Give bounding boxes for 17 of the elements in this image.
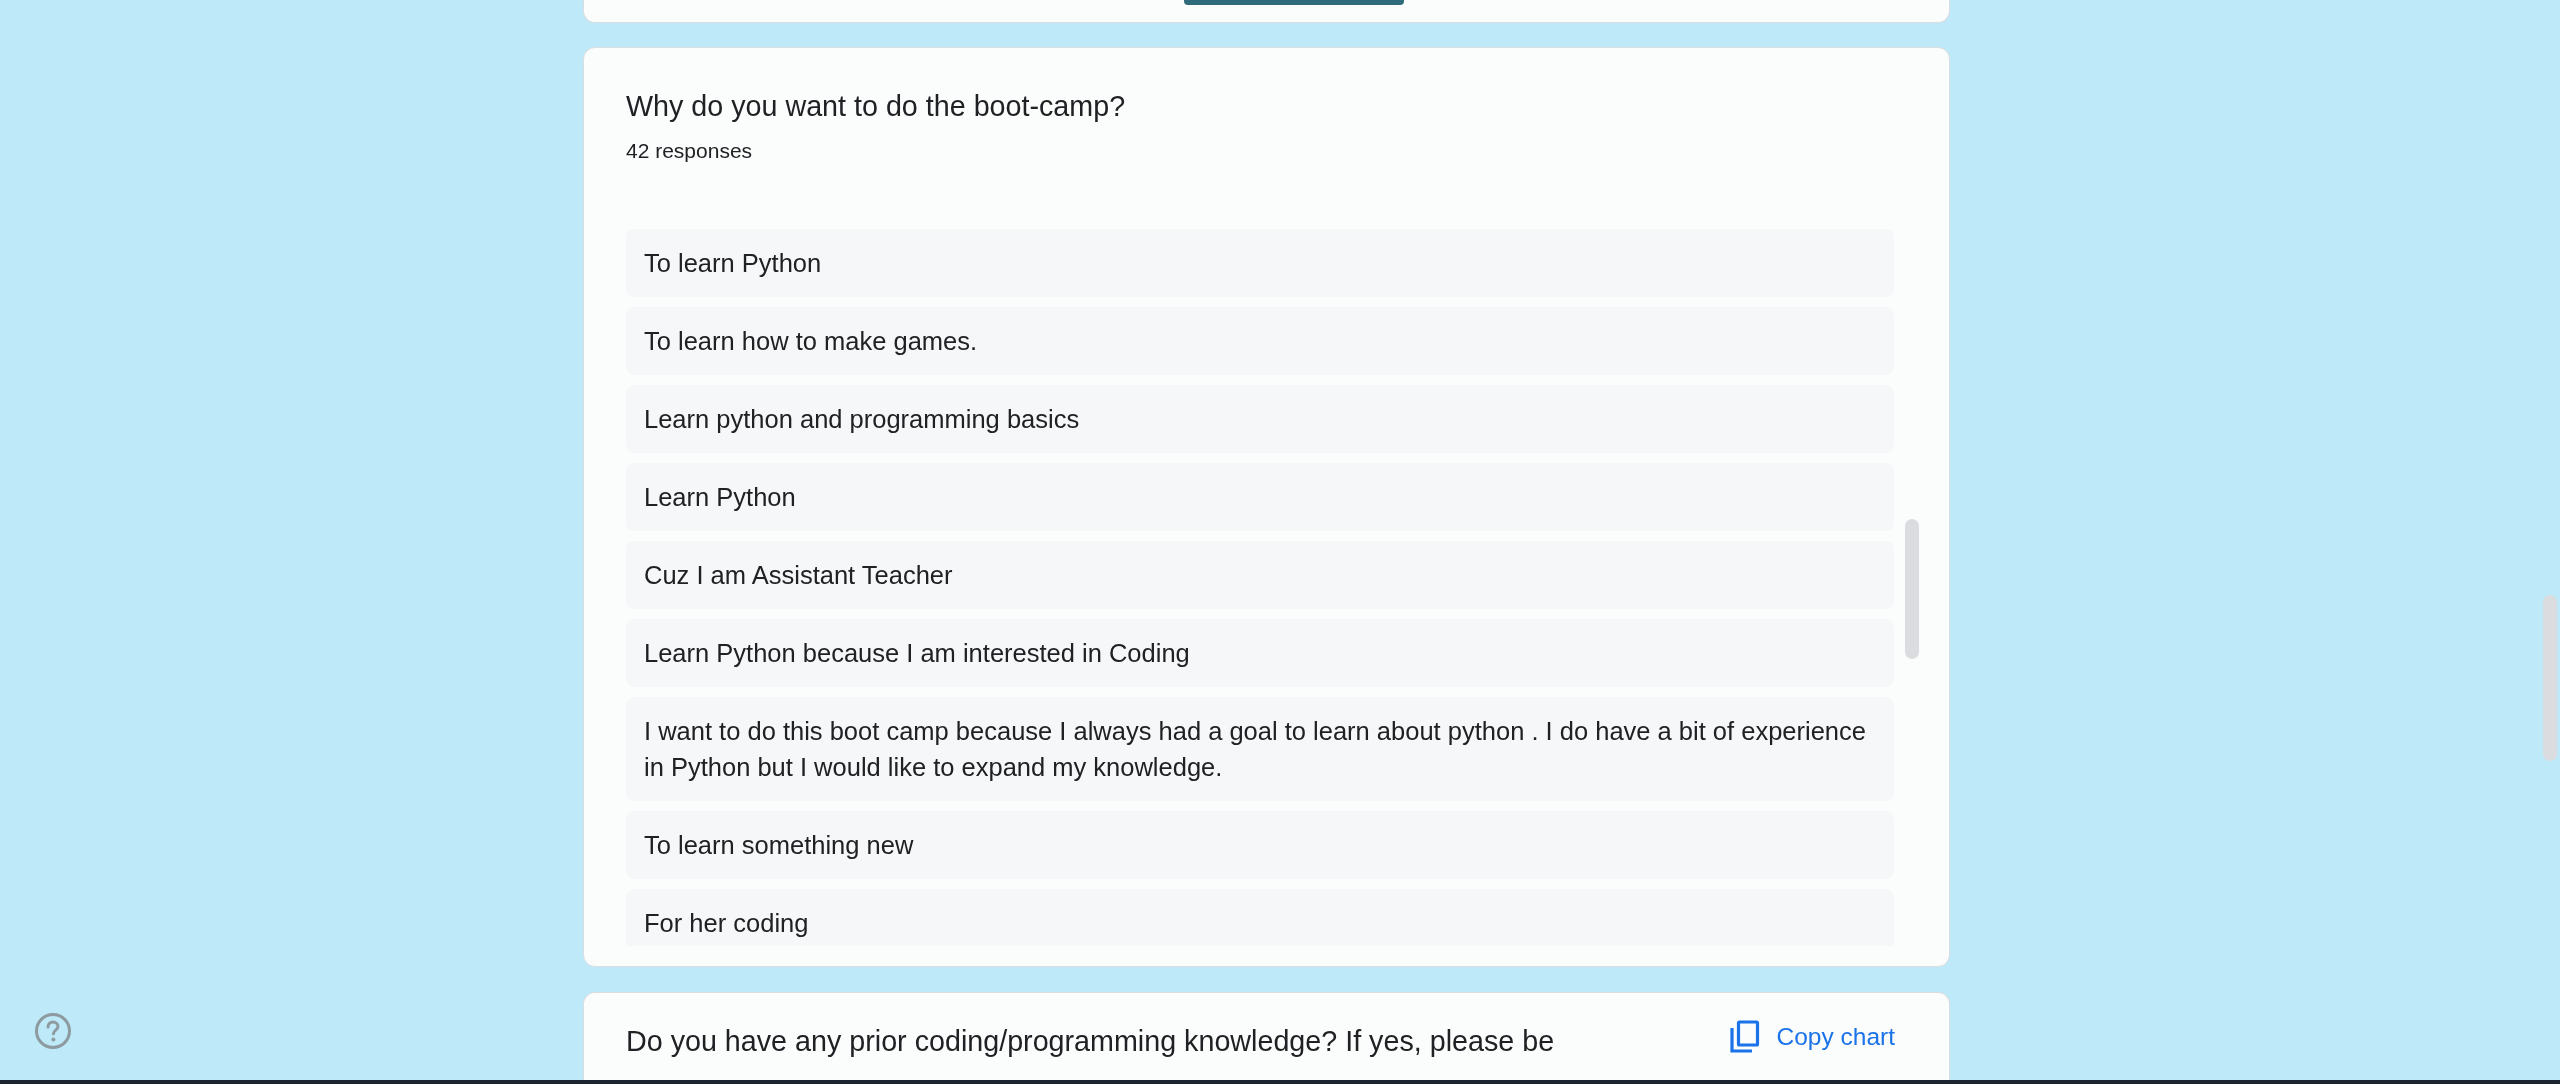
help-icon[interactable] — [34, 1012, 72, 1050]
question-title: Why do you want to do the boot-camp? — [626, 89, 1127, 124]
response-text: Learn Python — [626, 463, 1894, 531]
response-text: To learn how to make games. — [626, 307, 1894, 375]
response-count: 42 responses — [626, 138, 754, 164]
copy-icon — [1728, 1020, 1761, 1055]
response-text: To learn something new — [626, 811, 1894, 879]
scrollbar[interactable] — [1905, 519, 1919, 659]
response-text: Cuz I am Assistant Teacher — [626, 541, 1894, 609]
response-text: For her coding — [626, 889, 1894, 946]
response-text: Learn Python because I am interested in Coding — [626, 619, 1894, 687]
response-text: I want to do this boot camp because I always had a goal to learn about python . I do have a bit of experience in Python but I would like to expand my knowledge. — [626, 697, 1894, 801]
copy-chart-button[interactable]: Copy chart — [1720, 1019, 1903, 1056]
response-text: Learn python and programming basics — [626, 385, 1894, 453]
scrollbar[interactable] — [2543, 595, 2557, 761]
response-text: To learn Python — [626, 229, 1894, 297]
question-title: Do you have any prior coding/programming knowledge? If yes, please be — [626, 1024, 1555, 1059]
